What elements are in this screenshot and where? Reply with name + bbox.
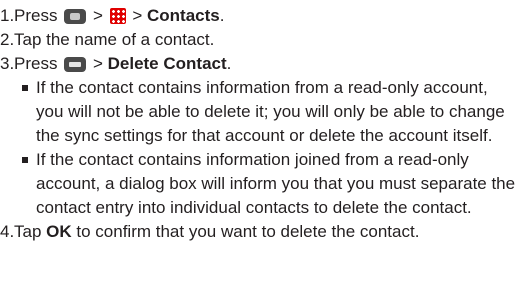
separator: > [92, 54, 103, 73]
bullet-text: If the contact contains information join… [36, 150, 516, 217]
step-body: Press > > Contacts. [14, 6, 224, 25]
note-bullet: If the contact contains information from… [0, 76, 525, 148]
separator: > [92, 6, 103, 25]
step-3: 3. Press > Delete Contact. [0, 52, 525, 76]
apps-grid-icon [109, 8, 126, 24]
bullet-square-icon [22, 157, 28, 163]
bullet-text: If the contact contains information from… [36, 78, 505, 145]
step-end: . [219, 6, 225, 25]
note-bullet: If the contact contains information join… [0, 148, 525, 220]
step-4: 4. Tap OK to confirm that you want to de… [0, 220, 525, 244]
step-number: 2. [0, 30, 15, 49]
step-target: Delete Contact [107, 54, 227, 73]
step-press-text: Press [14, 54, 58, 73]
instruction-list: 1. Press > > Contacts. 2. Tap the name o… [0, 4, 525, 244]
step-body: Press > Delete Contact. [14, 54, 231, 73]
menu-key-icon [64, 57, 87, 72]
step-post-text: to confirm that you want to delete the c… [76, 222, 420, 241]
step-tap-text: Tap [14, 222, 42, 241]
step-end: . [226, 54, 232, 73]
step-press-text: Press [14, 6, 58, 25]
step-body: Tap OK to confirm that you want to delet… [14, 222, 419, 241]
step-target: OK [46, 222, 72, 241]
step-number: 3. [0, 54, 15, 73]
step-number: 1. [0, 6, 15, 25]
step-number: 4. [0, 222, 15, 241]
separator: > [132, 6, 143, 25]
step-text: Tap the name of a contact. [14, 30, 215, 49]
step-2: 2. Tap the name of a contact. [0, 28, 525, 52]
step-1: 1. Press > > Contacts. [0, 4, 525, 28]
step-target: Contacts [147, 6, 220, 25]
home-key-icon [64, 9, 87, 24]
bullet-square-icon [22, 85, 28, 91]
